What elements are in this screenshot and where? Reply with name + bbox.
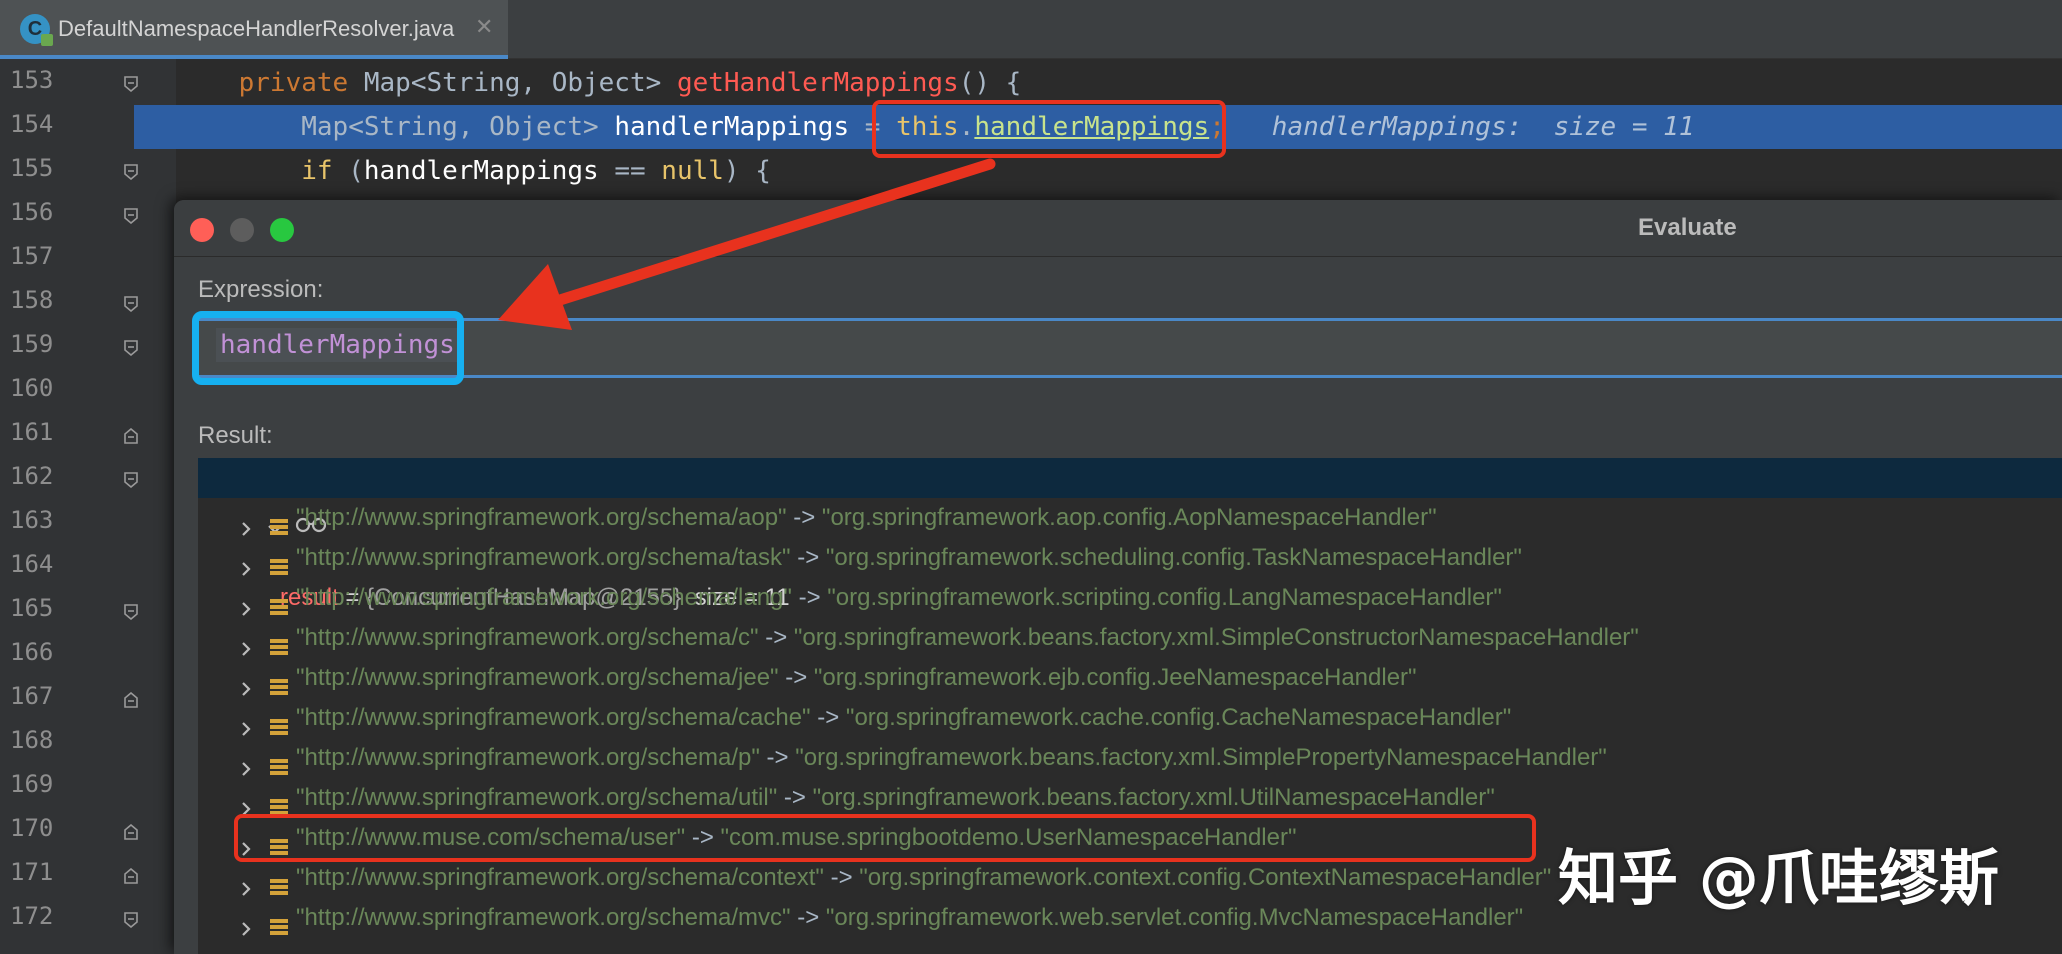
annotation-arrow — [498, 158, 996, 330]
watermark: 知乎 @爪哇缪斯 — [1558, 844, 1999, 914]
